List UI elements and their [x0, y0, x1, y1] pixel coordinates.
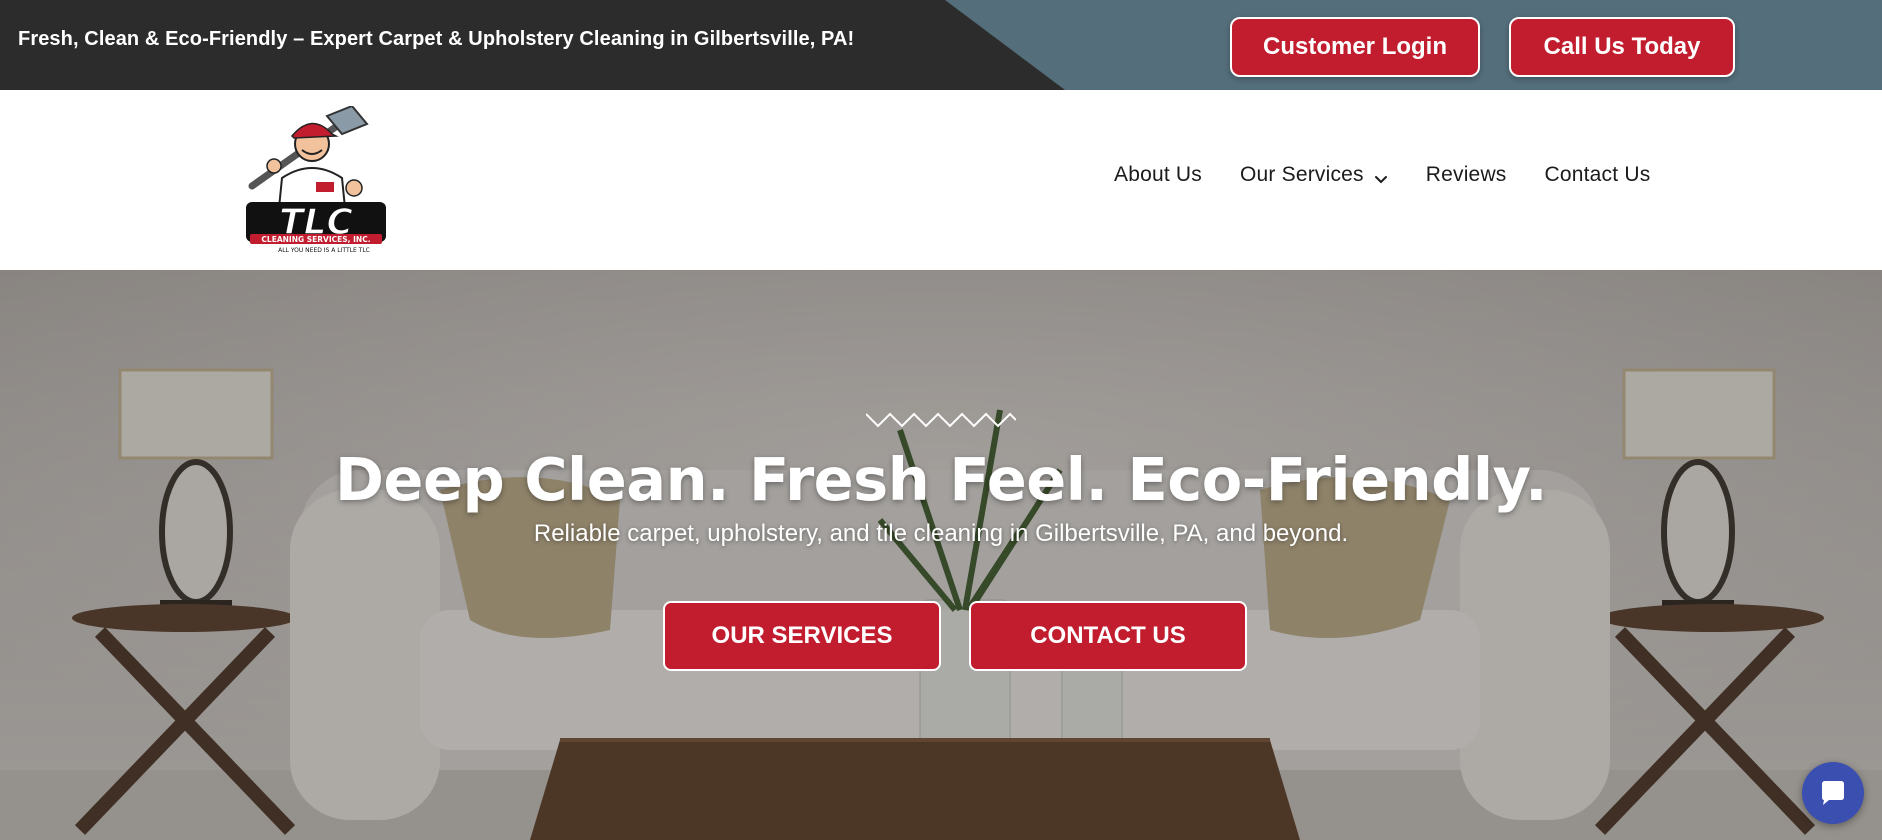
- site-header: TLC CLEANING SERVICES, INC. ALL YOU NEED…: [0, 90, 1882, 270]
- logo-company: CLEANING SERVICES, INC.: [261, 235, 370, 244]
- hero-subtitle: Reliable carpet, upholstery, and tile cl…: [533, 520, 1349, 547]
- chat-bubble-icon: [1822, 781, 1844, 805]
- hero-overlay: [0, 270, 1882, 840]
- nav-item-about-us[interactable]: About Us: [1114, 163, 1202, 187]
- tlc-logo[interactable]: TLC CLEANING SERVICES, INC. ALL YOU NEED…: [242, 104, 390, 254]
- nav-item-our-services[interactable]: Our Services: [1240, 163, 1388, 187]
- main-navigation: About Us Our Services Reviews Contact Us: [1114, 163, 1650, 187]
- hero-section: Deep Clean. Fresh Feel. Eco-Friendly. Re…: [0, 270, 1882, 840]
- nav-item-reviews[interactable]: Reviews: [1426, 163, 1507, 187]
- nav-item-label: About Us: [1114, 163, 1202, 186]
- top-bar-tagline: Fresh, Clean & Eco-Friendly – Expert Car…: [18, 28, 855, 50]
- chevron-down-icon: [1374, 168, 1388, 184]
- our-services-button[interactable]: OUR SERVICES: [663, 601, 941, 671]
- call-us-today-button[interactable]: Call Us Today: [1509, 17, 1735, 77]
- customer-login-button[interactable]: Customer Login: [1230, 17, 1480, 77]
- nav-item-label: Our Services: [1239, 163, 1364, 186]
- zigzag-divider-icon: [866, 412, 1016, 428]
- nav-item-contact-us[interactable]: Contact Us: [1545, 163, 1651, 187]
- nav-item-label: Contact Us: [1544, 163, 1651, 186]
- top-bar: Fresh, Clean & Eco-Friendly – Expert Car…: [0, 0, 1882, 90]
- chat-widget-button[interactable]: [1802, 762, 1864, 824]
- logo-slogan: ALL YOU NEED IS A LITTLE TLC: [278, 247, 370, 254]
- hero-title: Deep Clean. Fresh Feel. Eco-Friendly.: [334, 445, 1548, 514]
- nav-item-label: Reviews: [1425, 163, 1507, 186]
- contact-us-button[interactable]: CONTACT US: [969, 601, 1247, 671]
